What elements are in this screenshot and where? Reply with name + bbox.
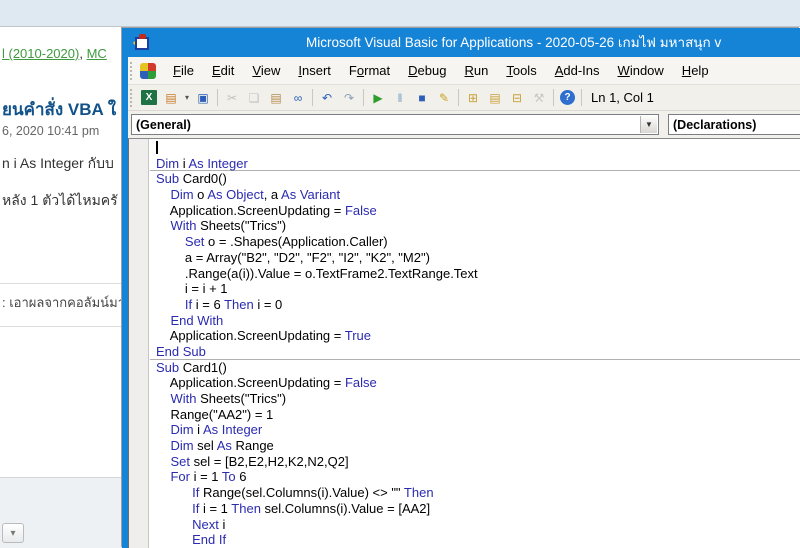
code-line[interactable] — [150, 140, 800, 156]
find-icon[interactable]: ∞ — [288, 88, 308, 107]
toolbar-separator — [217, 89, 218, 106]
menu-debug[interactable]: Debug — [399, 59, 455, 82]
menu-tools[interactable]: Tools — [497, 59, 545, 82]
vba-toolbar: X▤▾▣✂❏▤∞↶↷▶‖■✎⊞▤⊟⚒? Ln 1, Col 1 — [128, 85, 800, 111]
code-line[interactable]: If i = 6 Then i = 0 — [150, 297, 800, 313]
code-line[interactable]: Set o = .Shapes(Application.Caller) — [150, 234, 800, 250]
menu-bar-items: FileEditViewInsertFormatDebugRunToolsAdd… — [164, 59, 718, 82]
menu-format[interactable]: Format — [340, 59, 399, 82]
code-line[interactable]: Range("AA2") = 1 — [150, 407, 800, 423]
vba-app-icon — [140, 63, 156, 79]
cursor-position-indicator: Ln 1, Col 1 — [591, 90, 654, 105]
post-body-line-1: n i As Integer กับบ — [2, 153, 114, 175]
code-line[interactable]: Application.ScreenUpdating = True — [150, 328, 800, 344]
code-line[interactable]: Dim i As Integer — [150, 422, 800, 438]
undo-icon[interactable]: ↶ — [317, 88, 337, 107]
toolbar-separator — [363, 89, 364, 106]
webpage-header-band — [0, 0, 800, 27]
insert-object-caret[interactable]: ▾ — [182, 93, 192, 102]
object-dropdown[interactable]: (General) ▼ — [131, 114, 659, 135]
run-icon[interactable]: ▶ — [368, 88, 388, 107]
code-line[interactable]: If i = 1 Then sel.Columns(i).Value = [AA… — [150, 501, 800, 517]
procedure-dropdown[interactable]: (Declarations) — [668, 114, 800, 135]
post-quote-line: : เอาผลจากคอลัมน์มา — [2, 292, 125, 313]
code-line[interactable]: Sub Card0() — [150, 171, 800, 187]
window-title: Microsoft Visual Basic for Applications … — [306, 28, 800, 57]
code-line[interactable]: a = Array("B2", "D2", "F2", "I2", "K2", … — [150, 250, 800, 266]
copy-icon: ❏ — [244, 88, 264, 107]
vba-menubar: FileEditViewInsertFormatDebugRunToolsAdd… — [128, 57, 800, 85]
cut-icon: ✂ — [222, 88, 242, 107]
code-line[interactable]: Application.ScreenUpdating = False — [150, 375, 800, 391]
menu-window[interactable]: Window — [609, 59, 673, 82]
menu-help[interactable]: Help — [673, 59, 718, 82]
menu-file[interactable]: File — [164, 59, 203, 82]
vba-titlebar[interactable]: Microsoft Visual Basic for Applications … — [128, 28, 800, 57]
code-line[interactable]: With Sheets("Trics") — [150, 391, 800, 407]
code-line[interactable]: Application.ScreenUpdating = False — [150, 203, 800, 219]
vba-editor-window: Microsoft Visual Basic for Applications … — [122, 28, 800, 548]
code-lines: Dim i As IntegerSub Card0() Dim o As Obj… — [150, 140, 800, 548]
toolbar-separator — [553, 89, 554, 106]
vba-form-icon — [133, 34, 150, 50]
project-explorer-icon[interactable]: ⊞ — [463, 88, 483, 107]
reset-icon[interactable]: ■ — [412, 88, 432, 107]
toolbar-separator — [458, 89, 459, 106]
toolbar-items: X▤▾▣✂❏▤∞↶↷▶‖■✎⊞▤⊟⚒? — [138, 88, 585, 107]
break-icon[interactable]: ‖ — [390, 88, 410, 107]
menu-addins[interactable]: Add-Ins — [546, 59, 609, 82]
menu-insert[interactable]: Insert — [289, 59, 340, 82]
breadcrumb-link-left[interactable]: l (2010-2020) — [2, 46, 79, 61]
code-pane-header: (General) ▼ (Declarations) — [128, 111, 800, 139]
toolbar-separator — [581, 89, 582, 106]
code-line[interactable]: For i = 1 To 6 — [150, 469, 800, 485]
code-line[interactable]: End With — [150, 313, 800, 329]
menubar-grip[interactable] — [130, 62, 135, 80]
text-cursor — [156, 141, 158, 154]
paste-icon[interactable]: ▤ — [266, 88, 286, 107]
post-divider-bottom — [0, 326, 122, 327]
code-line[interactable]: End Sub — [150, 344, 800, 360]
code-line[interactable]: Dim sel As Range — [150, 438, 800, 454]
menu-view[interactable]: View — [243, 59, 289, 82]
page-jump-dropdown[interactable]: ▾ — [2, 523, 24, 543]
properties-window-icon[interactable]: ▤ — [485, 88, 505, 107]
code-line[interactable]: If Range(sel.Columns(i).Value) <> "" The… — [150, 485, 800, 501]
topic-title[interactable]: ยนคำสั่ง VBA ใ — [2, 96, 116, 123]
menu-run[interactable]: Run — [455, 59, 497, 82]
code-line[interactable]: Dim o As Object, a As Variant — [150, 187, 800, 203]
code-line[interactable]: End If — [150, 532, 800, 548]
help-icon[interactable]: ? — [560, 90, 575, 105]
toolbar-separator — [312, 89, 313, 106]
code-line[interactable]: With Sheets("Trics") — [150, 218, 800, 234]
design-mode-icon[interactable]: ✎ — [434, 88, 454, 107]
page-root: l (2010-2020), MC ยนคำสั่ง VBA ใ 6, 2020… — [0, 0, 800, 548]
object-browser-icon[interactable]: ⊟ — [507, 88, 527, 107]
post-date: 6, 2020 10:41 pm — [2, 124, 99, 138]
breadcrumb-link-right[interactable]: MC — [87, 46, 107, 61]
view-excel-icon[interactable]: X — [141, 90, 157, 105]
redo-icon[interactable]: ↷ — [339, 88, 359, 107]
post-body-line-2: หลัง 1 ตัวได้ไหมครั — [2, 190, 118, 212]
code-line[interactable]: Sub Card1() — [150, 360, 800, 376]
code-line[interactable]: .Range(a(i)).Value = o.TextFrame2.TextRa… — [150, 266, 800, 282]
toolbar-grip[interactable] — [130, 89, 135, 107]
post-divider-top — [0, 283, 122, 284]
code-line[interactable]: Set sel = [B2,E2,H2,K2,N2,Q2] — [150, 454, 800, 470]
toolbox-icon: ⚒ — [529, 88, 549, 107]
insert-userform-icon[interactable]: ▤ — [161, 88, 181, 107]
webpage-breadcrumb: l (2010-2020), MC — [2, 46, 107, 61]
code-line[interactable]: Next i — [150, 517, 800, 533]
code-editor[interactable]: Dim i As IntegerSub Card0() Dim o As Obj… — [128, 139, 800, 548]
code-line[interactable]: i = i + 1 — [150, 281, 800, 297]
object-dropdown-value: (General) — [132, 118, 191, 132]
save-icon[interactable]: ▣ — [193, 88, 213, 107]
code-margin-indicator-bar[interactable] — [129, 139, 149, 548]
menu-edit[interactable]: Edit — [203, 59, 243, 82]
procedure-dropdown-value: (Declarations) — [669, 118, 756, 132]
code-line[interactable]: Dim i As Integer — [150, 156, 800, 172]
breadcrumb-separator: , — [79, 46, 86, 61]
chevron-down-icon[interactable]: ▼ — [640, 116, 657, 133]
